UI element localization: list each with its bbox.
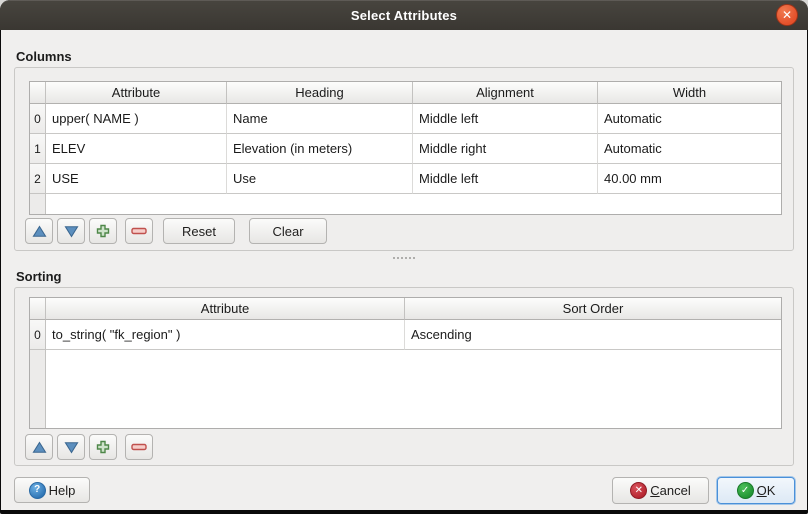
ok-button-label: OK: [757, 483, 776, 498]
cancel-button-label: Cancel: [650, 483, 690, 498]
ok-icon: ✓: [737, 482, 754, 499]
columns-section-label: Columns: [16, 49, 72, 64]
help-button-label: Help: [49, 483, 76, 498]
dialog-body: Columns Attribute Heading Alignment Widt…: [1, 30, 807, 510]
cell-alignment[interactable]: Middle left: [413, 104, 598, 134]
down-triangle-icon: [64, 441, 79, 454]
columns-groupbox: Attribute Heading Alignment Width 0 uppe…: [14, 67, 794, 251]
help-button[interactable]: ? Help: [14, 477, 90, 503]
table-empty-area: [30, 350, 781, 428]
row-number[interactable]: 0: [30, 104, 46, 134]
row-header-strip: [30, 194, 46, 214]
minus-icon: [130, 223, 148, 239]
ok-button[interactable]: ✓ OK: [717, 477, 795, 504]
sort-header-order: Sort Order: [405, 298, 781, 320]
plus-icon: [95, 223, 111, 239]
select-attributes-dialog: Select Attributes ✕ Columns Attribute He…: [0, 0, 808, 514]
corner-header-cell: [30, 298, 46, 320]
column-header-attribute: Attribute: [46, 82, 227, 104]
close-icon[interactable]: ✕: [776, 4, 798, 26]
move-down-button[interactable]: [57, 218, 85, 244]
column-header-width: Width: [598, 82, 781, 104]
titlebar[interactable]: Select Attributes ✕: [0, 0, 808, 30]
reset-button[interactable]: Reset: [163, 218, 235, 244]
cell-sort-attribute[interactable]: to_string( "fk_region" ): [46, 320, 405, 350]
cell-attribute[interactable]: USE: [46, 164, 227, 194]
sorting-section-label: Sorting: [16, 269, 62, 284]
plus-icon: [95, 439, 111, 455]
remove-column-button[interactable]: [125, 218, 153, 244]
cell-heading[interactable]: Elevation (in meters): [227, 134, 413, 164]
column-header-heading: Heading: [227, 82, 413, 104]
down-triangle-icon: [64, 225, 79, 238]
row-number[interactable]: 1: [30, 134, 46, 164]
sort-header-attribute: Attribute: [46, 298, 405, 320]
cell-alignment[interactable]: Middle right: [413, 134, 598, 164]
move-up-button[interactable]: [25, 218, 53, 244]
corner-header-cell: [30, 82, 46, 104]
cell-width[interactable]: Automatic: [598, 134, 781, 164]
minus-icon: [130, 439, 148, 455]
columns-table: Attribute Heading Alignment Width 0 uppe…: [29, 81, 782, 215]
cell-width[interactable]: Automatic: [598, 104, 781, 134]
row-header-strip: [30, 350, 46, 428]
sort-move-up-button[interactable]: [25, 434, 53, 460]
cell-alignment[interactable]: Middle left: [413, 164, 598, 194]
reset-button-label: Reset: [182, 224, 216, 239]
cancel-icon: ✕: [630, 482, 647, 499]
sorting-groupbox: Attribute Sort Order 0 to_string( "fk_re…: [14, 287, 794, 466]
add-column-button[interactable]: [89, 218, 117, 244]
cell-attribute[interactable]: ELEV: [46, 134, 227, 164]
up-triangle-icon: [32, 225, 47, 238]
sort-remove-button[interactable]: [125, 434, 153, 460]
row-number[interactable]: 2: [30, 164, 46, 194]
sorting-table-header-row: Attribute Sort Order: [30, 298, 781, 320]
table-row: 0 to_string( "fk_region" ) Ascending: [30, 320, 781, 350]
cell-sort-order[interactable]: Ascending: [405, 320, 781, 350]
clear-button[interactable]: Clear: [249, 218, 327, 244]
cell-heading[interactable]: Use: [227, 164, 413, 194]
help-icon: ?: [29, 482, 46, 499]
dialog-title: Select Attributes: [351, 8, 457, 23]
columns-table-header-row: Attribute Heading Alignment Width: [30, 82, 781, 104]
cancel-button[interactable]: ✕ Cancel: [612, 477, 709, 504]
splitter-handle[interactable]: [1, 257, 807, 259]
table-row: 1 ELEV Elevation (in meters) Middle righ…: [30, 134, 781, 164]
cell-width[interactable]: 40.00 mm: [598, 164, 781, 194]
table-empty-area: [30, 194, 781, 214]
row-number[interactable]: 0: [30, 320, 46, 350]
column-header-alignment: Alignment: [413, 82, 598, 104]
sort-move-down-button[interactable]: [57, 434, 85, 460]
cell-heading[interactable]: Name: [227, 104, 413, 134]
sorting-table: Attribute Sort Order 0 to_string( "fk_re…: [29, 297, 782, 429]
sort-add-button[interactable]: [89, 434, 117, 460]
cell-attribute[interactable]: upper( NAME ): [46, 104, 227, 134]
table-row: 0 upper( NAME ) Name Middle left Automat…: [30, 104, 781, 134]
up-triangle-icon: [32, 441, 47, 454]
clear-button-label: Clear: [272, 224, 303, 239]
table-row: 2 USE Use Middle left 40.00 mm: [30, 164, 781, 194]
